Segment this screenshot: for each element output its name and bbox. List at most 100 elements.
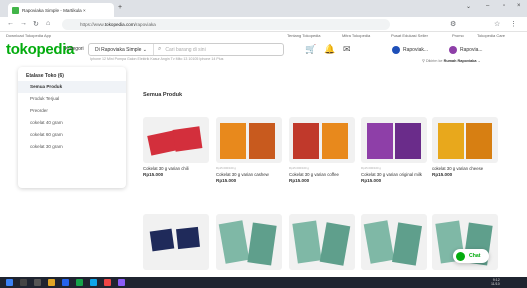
product-card[interactable] [361, 214, 427, 270]
shop-account[interactable]: Rapoviak... [392, 46, 428, 54]
top-link-care[interactable]: Tokopedia Care [477, 33, 505, 38]
product-name[interactable]: Cokelat 30 g varian original milk [361, 172, 427, 177]
product-unit-price: Rp15.000/100 g [289, 166, 309, 170]
etalase-sidebar: Etalase Toko (6) Semua Produk Produk Ter… [18, 67, 126, 188]
product-price: Rp15.000 [432, 172, 453, 178]
tokopedia-favicon-icon [12, 6, 19, 14]
product-card[interactable] [216, 214, 282, 270]
product-unit-price: Rp15.000/100 g [216, 166, 236, 170]
start-icon[interactable] [6, 279, 13, 286]
product-card[interactable]: cokelat 30 g varian cheese Rp15.000 [432, 117, 498, 177]
sidebar-item-cokelat-30[interactable]: cokelat 30 gram [18, 141, 126, 153]
product-image[interactable] [216, 117, 282, 163]
product-image[interactable] [432, 117, 498, 163]
user-account-label: Rapovia... [460, 47, 483, 53]
top-link-mitra[interactable]: Mitra Tokopedia [342, 33, 370, 38]
product-price: Rp15.000 [143, 172, 164, 178]
top-link-edukasi[interactable]: Pusat Edukasi Seller [391, 33, 428, 38]
minimize-icon[interactable]: – [486, 3, 489, 9]
search-input[interactable]: Cari barang di sini [161, 47, 205, 53]
top-links-bar: Download Tokopedia App Tentang Tokopedia… [0, 32, 527, 41]
chat-label: Chat [469, 253, 481, 259]
close-window-icon[interactable]: × [517, 3, 521, 9]
address-toolbar: ← → ↻ ⌂ https://www. tokopedia.com/rapovi… [0, 17, 527, 32]
user-avatar [449, 46, 457, 54]
chrome-icon[interactable] [104, 279, 111, 286]
sidebar-item-produk-terjual[interactable]: Produk Terjual [18, 93, 126, 105]
top-link-tentang[interactable]: Tentang Tokopedia [287, 33, 321, 38]
system-clock[interactable]: 9:12 11/10 [491, 278, 500, 286]
sidebar-item-semua-produk[interactable]: Semua Produk [18, 81, 126, 93]
browser-tab[interactable]: Rapoviaka Simple - Martikula × [8, 3, 114, 17]
shop-avatar [392, 46, 400, 54]
url-prefix: https://www. [80, 22, 105, 27]
cart-icon[interactable]: 🛒 [305, 44, 316, 55]
mail-icon[interactable]: ✉ [343, 44, 351, 55]
tab-title: Rapoviaka Simple - Martikula × [22, 7, 86, 13]
kategori-menu[interactable]: Kategori [65, 46, 84, 52]
location-pin-icon: ⚲ [422, 59, 425, 63]
url-path: /rapoviaka [134, 22, 156, 27]
search-taskbar-icon[interactable] [20, 279, 27, 286]
main-title: Semua Produk [143, 92, 183, 98]
home-icon[interactable]: ⌂ [46, 20, 50, 27]
store-icon[interactable] [76, 279, 83, 286]
file-explorer-icon[interactable] [48, 279, 55, 286]
extensions-icon[interactable]: ⚙ [450, 20, 456, 28]
download-app-link[interactable]: Download Tokopedia App [6, 33, 51, 38]
url-field[interactable]: https://www. tokopedia.com/rapoviaka [62, 19, 390, 30]
product-card[interactable]: Rp15.000/100 g Cokelat 30 g varian origi… [361, 117, 427, 183]
deliver-address: Rumah Rapoviaka [443, 59, 477, 63]
product-image[interactable] [361, 117, 427, 163]
menu-icon[interactable]: ⋮ [510, 20, 517, 28]
task-view-icon[interactable] [34, 279, 41, 286]
user-account[interactable]: Rapovia... [449, 46, 483, 54]
app-icon[interactable] [118, 279, 125, 286]
search-suggestions[interactable]: Iphone 12 Mini Pompa Galon Elektrik Kasu… [90, 57, 223, 61]
product-image[interactable] [143, 214, 209, 270]
product-unit-price: Rp15.000/100 g [361, 166, 381, 170]
mail-app-icon[interactable] [90, 279, 97, 286]
maximize-icon[interactable]: ▫ [503, 3, 505, 9]
chat-icon [456, 251, 465, 261]
product-card[interactable]: Rp15.000/100 g Cokelat 30 g varian cashe… [216, 117, 282, 183]
product-name[interactable]: Cokelat 30 g varian chili [143, 166, 209, 171]
search-box[interactable]: Di Rapoviaka Simple ⌄ ⌕ Cari barang di s… [88, 43, 284, 56]
product-card[interactable]: Cokelat 30 g varian chili Rp15.000 [143, 117, 209, 177]
product-image[interactable] [289, 214, 355, 270]
sidebar-item-preorder[interactable]: Preorder [18, 105, 126, 117]
product-price: Rp15.000 [216, 178, 237, 184]
tab-search-icon[interactable]: ⌄ [466, 3, 471, 10]
notification-bell-icon[interactable]: 🔔 [324, 44, 335, 55]
top-link-promo[interactable]: Promo [452, 33, 464, 38]
chat-button[interactable]: Chat [453, 249, 489, 263]
clock-date: 11/10 [491, 282, 500, 287]
reload-icon[interactable]: ↻ [33, 20, 39, 28]
product-image[interactable] [361, 214, 427, 270]
product-name[interactable]: Cokelat 30 g varian coffee [289, 172, 355, 177]
product-image[interactable] [289, 117, 355, 163]
product-name[interactable]: cokelat 30 g varian cheese [432, 166, 498, 171]
bookmark-star-icon[interactable]: ☆ [494, 20, 500, 28]
edge-icon[interactable] [62, 279, 69, 286]
back-icon[interactable]: ← [7, 20, 14, 27]
forward-icon[interactable]: → [20, 20, 27, 27]
product-name[interactable]: Cokelat 30 g varian cashew [216, 172, 282, 177]
product-card[interactable]: Rp15.000/100 g Cokelat 30 g varian coffe… [289, 117, 355, 183]
sidebar-item-cokelat-60[interactable]: cokelat 60 gram [18, 129, 126, 141]
new-tab-button[interactable]: + [118, 4, 122, 11]
os-taskbar: 9:12 11/10 [0, 277, 527, 288]
search-scope-dropdown[interactable]: Di Rapoviaka Simple ⌄ [89, 44, 155, 55]
shop-account-label: Rapoviak... [403, 47, 429, 53]
product-price: Rp15.000 [289, 178, 310, 184]
product-image[interactable] [216, 214, 282, 270]
product-card[interactable] [143, 214, 209, 270]
tokopedia-logo[interactable]: tokopedia [6, 41, 74, 58]
search-icon: ⌕ [158, 46, 162, 52]
delivery-location[interactable]: ⚲ Dikirim ke Rumah Rapoviaka ⌄ [422, 58, 481, 63]
deliver-label: Dikirim ke [425, 59, 443, 63]
sidebar-item-cokelat-40[interactable]: cokelat 40 gram [18, 117, 126, 129]
product-image[interactable] [143, 117, 209, 163]
product-card[interactable] [289, 214, 355, 270]
browser-tab-bar: Rapoviaka Simple - Martikula × + ⌄ – ▫ × [0, 0, 527, 17]
